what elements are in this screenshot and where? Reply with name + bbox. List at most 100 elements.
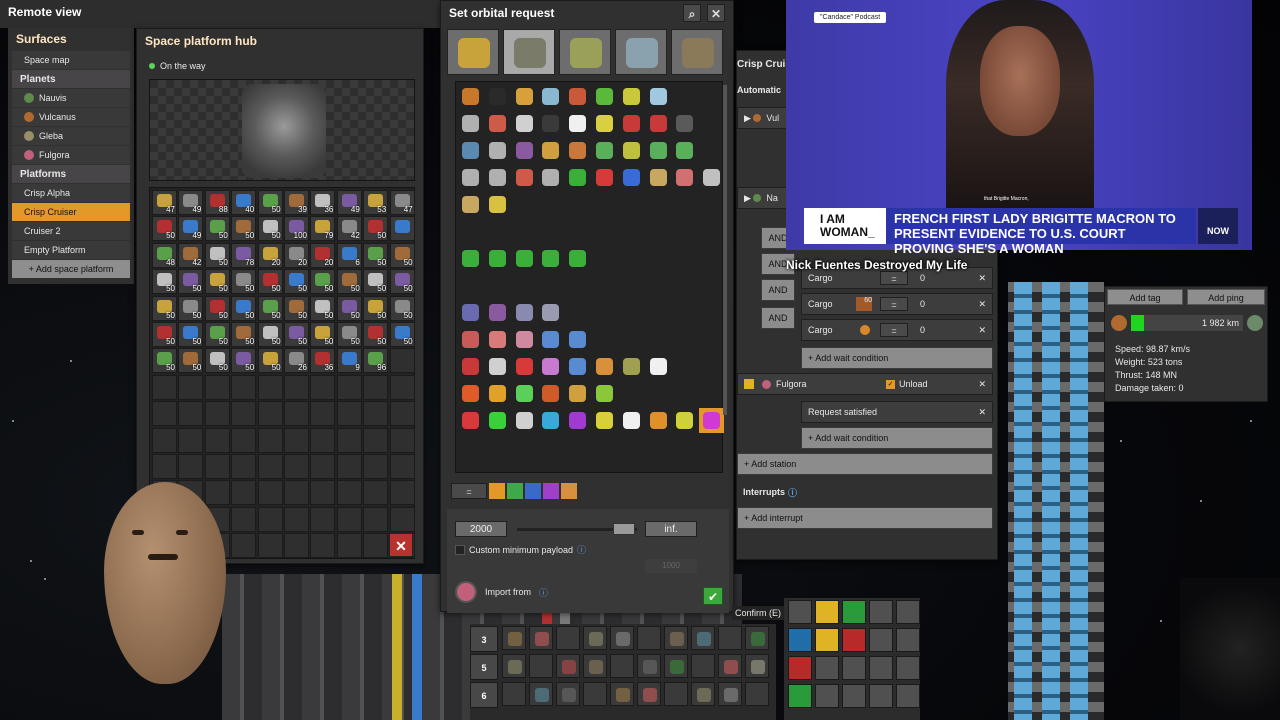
item-option[interactable] bbox=[512, 246, 537, 271]
inventory-slot[interactable]: 20 bbox=[257, 242, 283, 268]
quickbar-slot[interactable] bbox=[718, 626, 742, 650]
item-option[interactable] bbox=[458, 381, 483, 406]
empty-slot[interactable] bbox=[257, 533, 283, 559]
inventory-slot[interactable]: 47 bbox=[152, 190, 177, 215]
condition-value[interactable]: 0 bbox=[920, 273, 925, 283]
empty-slot[interactable] bbox=[204, 480, 230, 506]
quickbar-row-number[interactable]: 3 bbox=[470, 626, 498, 652]
tab-logistics[interactable] bbox=[447, 29, 499, 75]
quickbar-row-number[interactable]: 5 bbox=[470, 654, 498, 680]
inventory-slot[interactable]: 50 bbox=[257, 216, 283, 242]
inventory-slot[interactable]: 50 bbox=[363, 216, 389, 242]
inventory-slot[interactable]: 50 bbox=[178, 269, 204, 295]
empty-slot[interactable] bbox=[204, 374, 230, 400]
inventory-slot[interactable]: 50 bbox=[204, 242, 230, 268]
item-option[interactable] bbox=[565, 84, 590, 109]
inventory-slot[interactable]: 50 bbox=[204, 322, 230, 347]
item-option[interactable] bbox=[538, 246, 563, 271]
empty-slot[interactable] bbox=[336, 374, 362, 400]
item-option[interactable] bbox=[485, 192, 510, 217]
quickbar-slot[interactable] bbox=[745, 682, 769, 706]
quickbar-slot[interactable] bbox=[745, 654, 769, 678]
quickbar-slot[interactable] bbox=[691, 626, 715, 650]
condition-value[interactable]: 0 bbox=[920, 299, 925, 309]
inventory-slot[interactable]: 20 bbox=[284, 242, 309, 268]
inventory-slot[interactable]: 50 bbox=[336, 295, 362, 321]
amount-slider[interactable] bbox=[517, 523, 637, 535]
inventory-slot[interactable]: 50 bbox=[363, 322, 389, 347]
item-option[interactable] bbox=[458, 300, 483, 325]
inventory-slot[interactable]: 50 bbox=[152, 322, 177, 347]
empty-slot[interactable] bbox=[363, 506, 389, 532]
item-option[interactable] bbox=[512, 111, 537, 136]
planet-item-gleba[interactable]: Gleba bbox=[12, 127, 130, 145]
empty-slot[interactable] bbox=[204, 401, 230, 427]
inventory-slot[interactable]: 50 bbox=[204, 216, 230, 242]
inventory-slot[interactable]: 50 bbox=[389, 242, 415, 268]
inventory-slot[interactable]: 50 bbox=[363, 269, 389, 295]
grid-icon[interactable] bbox=[896, 684, 920, 708]
empty-slot[interactable] bbox=[178, 427, 204, 453]
empty-slot[interactable] bbox=[389, 348, 415, 374]
empty-slot[interactable] bbox=[336, 506, 362, 532]
inventory-slot[interactable]: 50 bbox=[152, 348, 177, 374]
empty-slot[interactable] bbox=[231, 427, 257, 453]
close-icon[interactable]: ✕ bbox=[707, 4, 725, 22]
inventory-slot[interactable]: 50 bbox=[389, 322, 415, 347]
platform-item-cruiser-2[interactable]: Cruiser 2 bbox=[12, 222, 130, 240]
item-option[interactable] bbox=[619, 165, 644, 190]
item-option[interactable] bbox=[485, 111, 510, 136]
inventory-slot[interactable]: 50 bbox=[257, 348, 283, 374]
inventory-slot[interactable]: 40 bbox=[231, 190, 257, 215]
item-option[interactable] bbox=[646, 138, 671, 163]
item-option[interactable] bbox=[565, 381, 590, 406]
tab-intermediates[interactable] bbox=[559, 29, 611, 75]
inventory-slot[interactable]: 36 bbox=[310, 348, 336, 374]
empty-slot[interactable] bbox=[152, 374, 177, 400]
empty-slot[interactable] bbox=[231, 533, 257, 559]
inventory-slot[interactable]: 50 bbox=[204, 295, 230, 321]
comparator-select[interactable]: = bbox=[451, 483, 487, 499]
remove-condition-icon[interactable]: ✕ bbox=[978, 273, 986, 284]
item-option[interactable] bbox=[565, 111, 590, 136]
item-option[interactable] bbox=[699, 408, 725, 433]
empty-slot[interactable] bbox=[336, 401, 362, 427]
inventory-slot[interactable]: 42 bbox=[178, 242, 204, 268]
inventory-slot[interactable]: 50 bbox=[231, 269, 257, 295]
undo-icon[interactable] bbox=[815, 656, 839, 680]
item-option[interactable] bbox=[485, 354, 510, 379]
add-icon[interactable] bbox=[788, 684, 812, 708]
station-vulcanus[interactable]: ▶ Vul bbox=[737, 107, 787, 129]
quality-legendary-icon[interactable] bbox=[561, 483, 577, 499]
item-option[interactable] bbox=[592, 354, 617, 379]
item-option[interactable] bbox=[538, 300, 563, 325]
item-option[interactable] bbox=[512, 381, 537, 406]
quickbar-slot[interactable] bbox=[664, 626, 688, 650]
quickbar-slot[interactable] bbox=[583, 654, 607, 678]
platform-item-empty[interactable]: Empty Platform bbox=[12, 241, 130, 259]
quickbar-slot[interactable] bbox=[529, 654, 553, 678]
item-option[interactable] bbox=[458, 354, 483, 379]
empty-slot[interactable] bbox=[257, 506, 283, 532]
inventory-slot[interactable]: 20 bbox=[310, 242, 336, 268]
item-option[interactable] bbox=[458, 84, 483, 109]
item-option[interactable] bbox=[458, 192, 483, 217]
empty-slot[interactable] bbox=[310, 454, 336, 479]
tab-production[interactable] bbox=[503, 29, 555, 75]
inventory-slot[interactable]: 50 bbox=[284, 322, 309, 347]
empty-slot[interactable] bbox=[336, 454, 362, 479]
empty-slot[interactable] bbox=[231, 480, 257, 506]
empty-slot[interactable] bbox=[284, 374, 309, 400]
item-option[interactable] bbox=[646, 354, 671, 379]
move-icon[interactable] bbox=[788, 628, 812, 652]
calculator-icon[interactable] bbox=[869, 684, 893, 708]
inventory-slot[interactable]: 50 bbox=[204, 348, 230, 374]
quickbar-slot[interactable] bbox=[637, 654, 661, 678]
empty-slot[interactable] bbox=[284, 401, 309, 427]
item-option[interactable] bbox=[565, 354, 590, 379]
max-button[interactable]: inf. bbox=[645, 521, 697, 537]
item-option[interactable] bbox=[458, 246, 483, 271]
item-count[interactable]: 60 bbox=[856, 297, 872, 311]
item-option[interactable] bbox=[565, 165, 590, 190]
item-option[interactable] bbox=[512, 165, 537, 190]
